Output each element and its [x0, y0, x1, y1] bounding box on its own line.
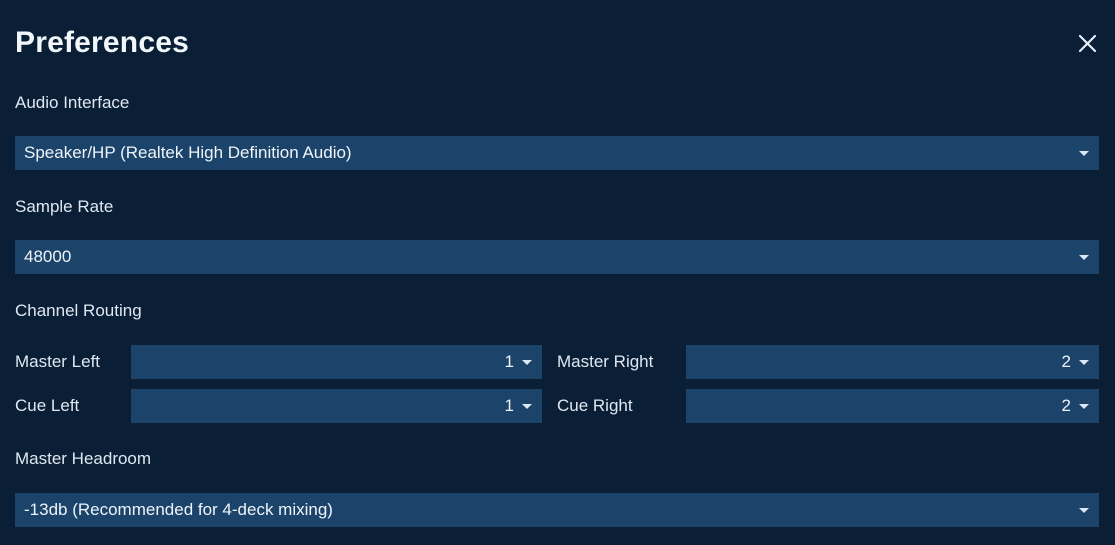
- channel-routing-label: Channel Routing: [15, 301, 142, 320]
- master-headroom-dropdown[interactable]: -13db (Recommended for 4-deck mixing): [15, 493, 1099, 527]
- dialog-titlebar: Preferences: [0, 0, 1115, 80]
- close-button[interactable]: [1071, 27, 1103, 59]
- sample-rate-dropdown[interactable]: 48000: [15, 240, 1099, 274]
- audio-interface-label: Audio Interface: [15, 93, 130, 112]
- master-left-dropdown[interactable]: 1: [131, 345, 542, 379]
- sample-rate-label: Sample Rate: [15, 197, 114, 216]
- master-left-value: 1: [504, 352, 514, 371]
- cue-left-dropdown[interactable]: 1: [131, 389, 542, 423]
- cue-left-value: 1: [504, 396, 514, 415]
- chevron-down-icon: [1079, 255, 1089, 260]
- audio-interface-dropdown[interactable]: Speaker/HP (Realtek High Definition Audi…: [15, 136, 1099, 170]
- master-right-dropdown[interactable]: 2: [686, 345, 1099, 379]
- chevron-down-icon: [1079, 404, 1089, 409]
- close-icon: [1078, 34, 1097, 53]
- sample-rate-value: 48000: [24, 247, 72, 266]
- audio-interface-value: Speaker/HP (Realtek High Definition Audi…: [24, 143, 352, 162]
- master-headroom-value: -13db (Recommended for 4-deck mixing): [24, 500, 333, 519]
- chevron-down-icon: [1079, 151, 1089, 156]
- cue-right-dropdown[interactable]: 2: [686, 389, 1099, 423]
- master-right-value: 2: [1061, 352, 1071, 371]
- cue-right-label: Cue Right: [557, 396, 633, 415]
- chevron-down-icon: [1079, 508, 1089, 513]
- master-right-label: Master Right: [557, 352, 654, 371]
- chevron-down-icon: [1079, 360, 1089, 365]
- chevron-down-icon: [522, 404, 532, 409]
- cue-right-value: 2: [1061, 396, 1071, 415]
- page-title: Preferences: [15, 26, 189, 59]
- chevron-down-icon: [522, 360, 532, 365]
- master-headroom-label: Master Headroom: [15, 449, 152, 468]
- master-left-label: Master Left: [15, 352, 101, 371]
- cue-left-label: Cue Left: [15, 396, 80, 415]
